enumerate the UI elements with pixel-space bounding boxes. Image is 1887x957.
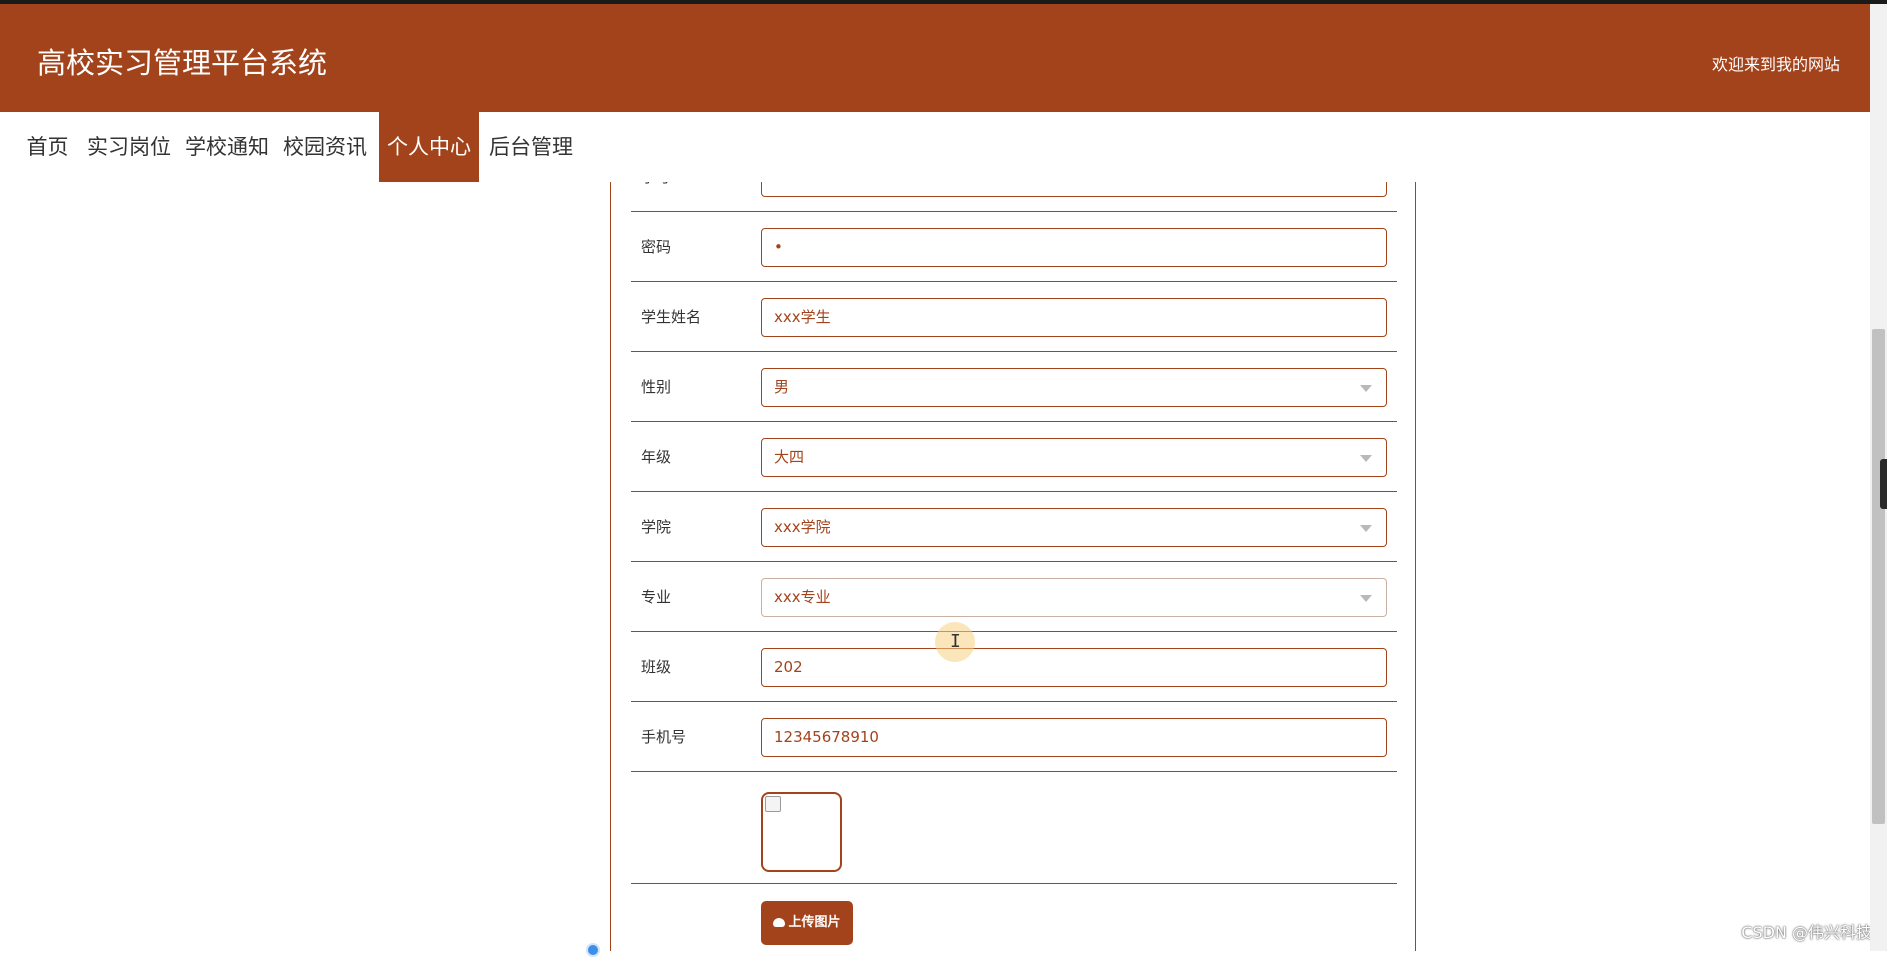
avatar-preview[interactable] xyxy=(761,792,842,872)
field-label-class: 班级 xyxy=(641,632,671,702)
form-row-grade: 年级 大四 xyxy=(631,422,1397,492)
main-nav: 首页 实习岗位 学校通知 校园资讯 个人中心 后台管理 xyxy=(0,112,1870,182)
field-label-student-name: 学生姓名 xyxy=(641,282,701,352)
nav-item-home[interactable]: 首页 xyxy=(15,112,80,182)
form-row-phone: 手机号 12345678910 xyxy=(631,702,1397,772)
field-label-phone: 手机号 xyxy=(641,702,686,772)
field-label-grade: 年级 xyxy=(641,422,671,492)
cloud-upload-icon xyxy=(773,918,785,927)
grade-select[interactable]: 大四 xyxy=(761,438,1387,477)
form-row-avatar xyxy=(631,772,1397,884)
welcome-text: 欢迎来到我的网站 xyxy=(1712,51,1840,75)
college-select[interactable]: xxx学院 xyxy=(761,508,1387,547)
nav-item-school-notices[interactable]: 学校通知 xyxy=(178,112,276,182)
form-row-major: 专业 xxx专业 xyxy=(631,562,1397,632)
phone-input[interactable]: 12345678910 xyxy=(761,718,1387,757)
site-header: 高校实习管理平台系统 欢迎来到我的网站 xyxy=(0,4,1870,112)
floating-dot-icon[interactable] xyxy=(586,943,600,957)
upload-image-button[interactable]: 上传图片 xyxy=(761,901,853,945)
class-input[interactable]: 202 xyxy=(761,648,1387,687)
scroll-position-marker xyxy=(1880,459,1887,509)
field-label-major: 专业 xyxy=(641,562,671,632)
text-cursor-icon: I xyxy=(950,631,961,652)
broken-image-icon xyxy=(765,796,781,812)
field-label-college: 学院 xyxy=(641,492,671,562)
nav-item-personal-center[interactable]: 个人中心 xyxy=(379,112,479,182)
major-select[interactable]: xxx专业 xyxy=(761,578,1387,617)
field-label-gender: 性别 xyxy=(641,352,671,422)
nav-item-internship-jobs[interactable]: 实习岗位 xyxy=(80,112,178,182)
form-row-class: 班级 202 xyxy=(631,632,1397,702)
form-row-student-name: 学生姓名 xxx学生 xyxy=(631,282,1397,352)
gender-select[interactable]: 男 xyxy=(761,368,1387,407)
password-input[interactable]: • xyxy=(761,228,1387,267)
scrollbar-thumb[interactable] xyxy=(1872,329,1885,824)
student-name-input[interactable]: xxx学生 xyxy=(761,298,1387,337)
watermark: CSDN @伟兴科技 xyxy=(1741,919,1872,943)
page-scrollbar[interactable] xyxy=(1870,4,1887,951)
nav-item-campus-news[interactable]: 校园资讯 xyxy=(276,112,374,182)
form-row-gender: 性别 男 xyxy=(631,352,1397,422)
form-row-password: 密码 • xyxy=(631,212,1397,282)
window-top-edge xyxy=(0,0,1887,4)
profile-form: 学号 1 密码 • 学生姓名 xxx学生 性别 男 年级 大四 学院 xxx学院… xyxy=(610,182,1416,951)
upload-button-label: 上传图片 xyxy=(788,915,840,930)
field-label-password: 密码 xyxy=(641,212,671,282)
nav-item-admin[interactable]: 后台管理 xyxy=(479,112,583,182)
site-title: 高校实习管理平台系统 xyxy=(37,40,327,82)
form-row-college: 学院 xxx学院 xyxy=(631,492,1397,562)
